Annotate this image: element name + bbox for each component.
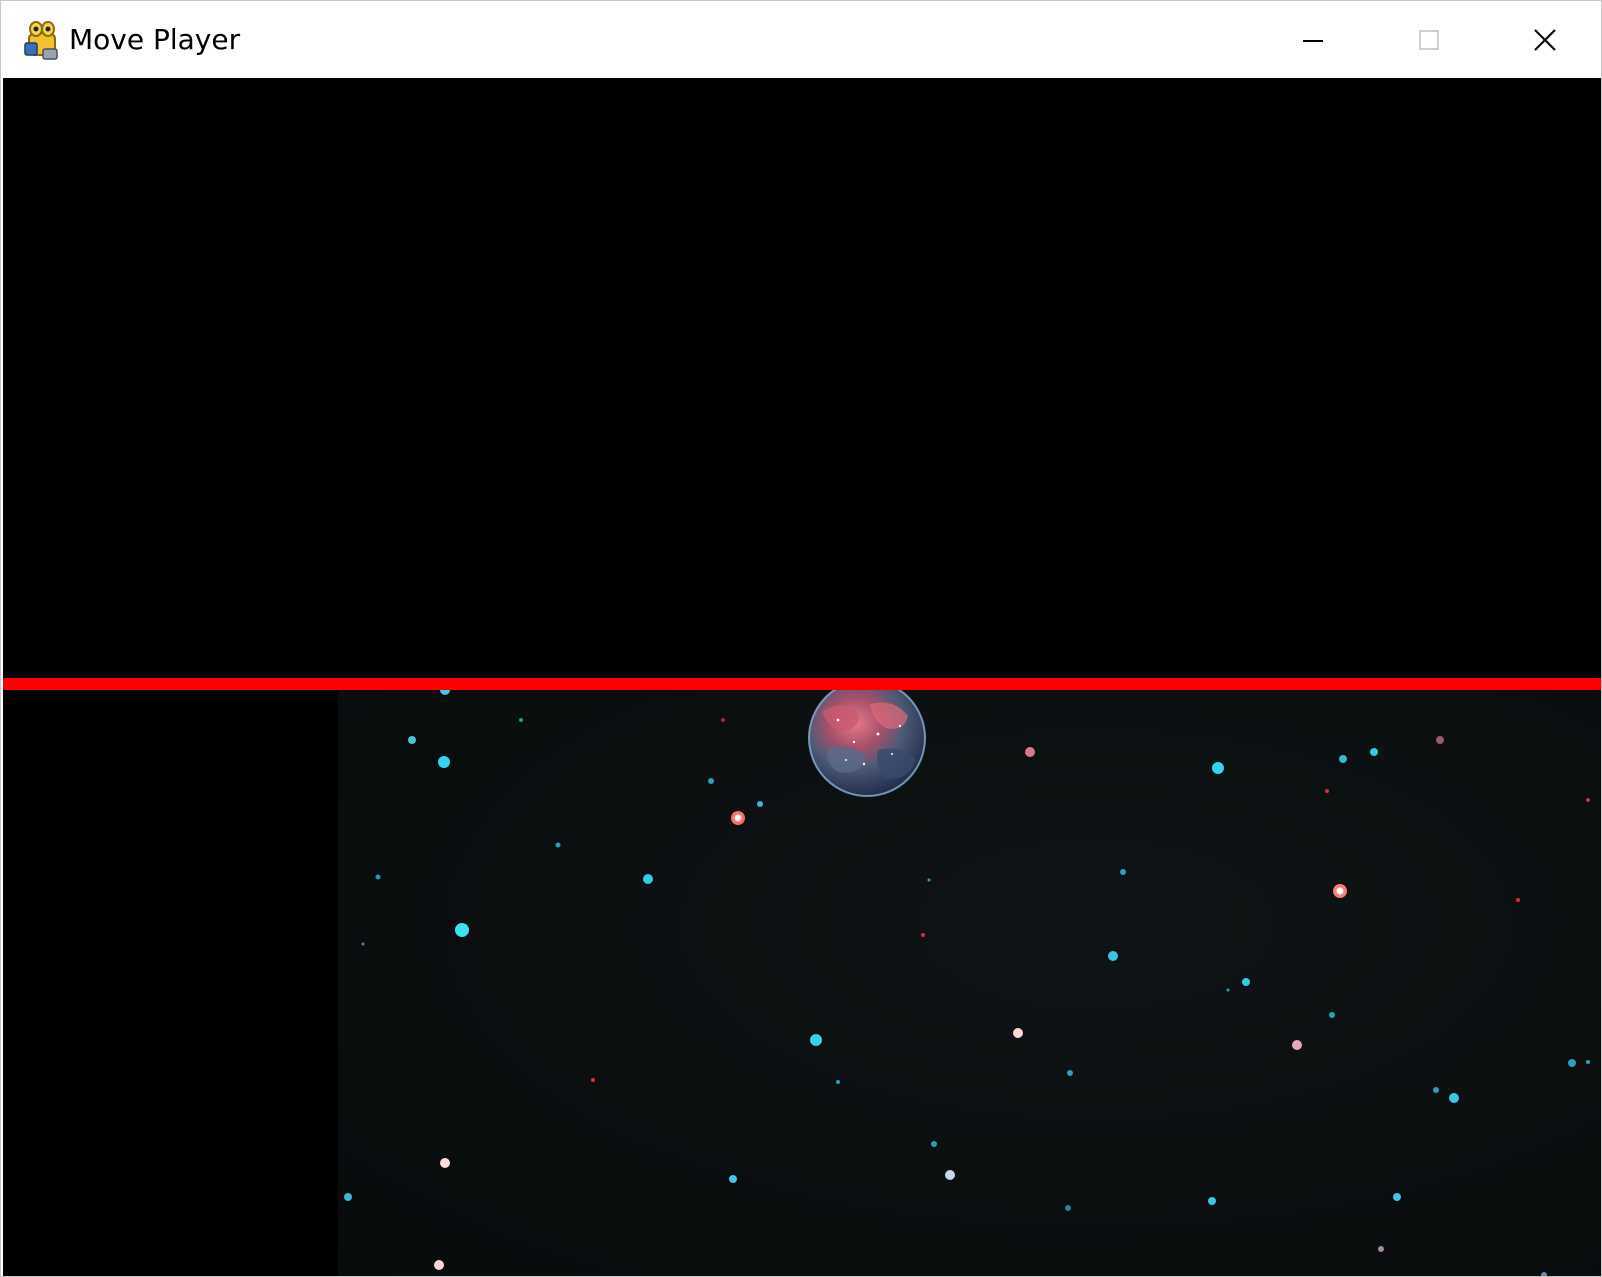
red-boundary-line — [3, 678, 1601, 690]
maximize-icon — [1419, 29, 1439, 50]
planet-earth-sprite[interactable] — [808, 690, 926, 800]
minimize-icon — [1303, 39, 1323, 42]
game-window: Move Player — [0, 0, 1602, 1277]
empty-play-area — [3, 78, 1601, 678]
pygame-snake-icon — [24, 21, 58, 60]
maximize-button[interactable] — [1371, 1, 1487, 78]
window-title: Move Player — [69, 23, 241, 56]
space-background-image — [338, 690, 1601, 1276]
starfield — [344, 690, 1590, 1276]
minimize-button[interactable] — [1255, 1, 1371, 78]
close-button[interactable] — [1487, 1, 1602, 78]
title-bar[interactable]: Move Player — [1, 1, 1601, 78]
close-icon — [1534, 28, 1556, 51]
game-canvas[interactable] — [3, 78, 1601, 1276]
